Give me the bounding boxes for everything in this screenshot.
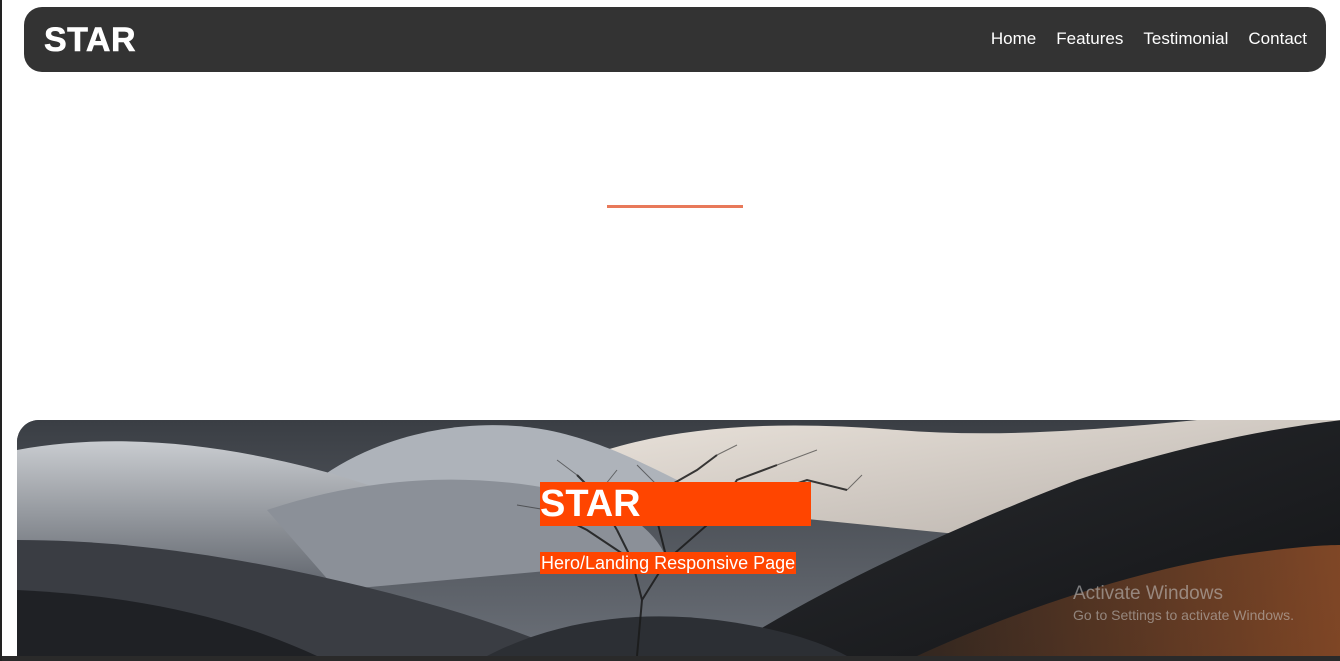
nav-item-testimonial: Testimonial [1143,29,1228,49]
nav-link-testimonial[interactable]: Testimonial [1143,29,1228,48]
hero-title: STAR [540,482,811,526]
nav-link-home[interactable]: Home [991,29,1036,48]
logo[interactable]: STAR [44,21,136,60]
hero-subtitle: Hero/Landing Responsive Page [540,552,797,574]
watermark-subtitle: Go to Settings to activate Windows. [1073,607,1294,623]
nav-link-features[interactable]: Features [1056,29,1123,48]
watermark-title: Activate Windows [1073,583,1223,604]
nav-link-contact[interactable]: Contact [1248,29,1307,48]
nav-item-home: Home [991,29,1036,49]
bottom-edge [2,656,1340,661]
section-divider [607,205,743,208]
nav-item-contact: Contact [1248,29,1307,49]
windows-activation-watermark: Activate Windows Go to Settings to activ… [1073,583,1294,625]
nav-links: Home Features Testimonial Contact [991,29,1307,49]
navbar: STAR Home Features Testimonial Contact [24,7,1326,72]
nav-item-features: Features [1056,29,1123,49]
